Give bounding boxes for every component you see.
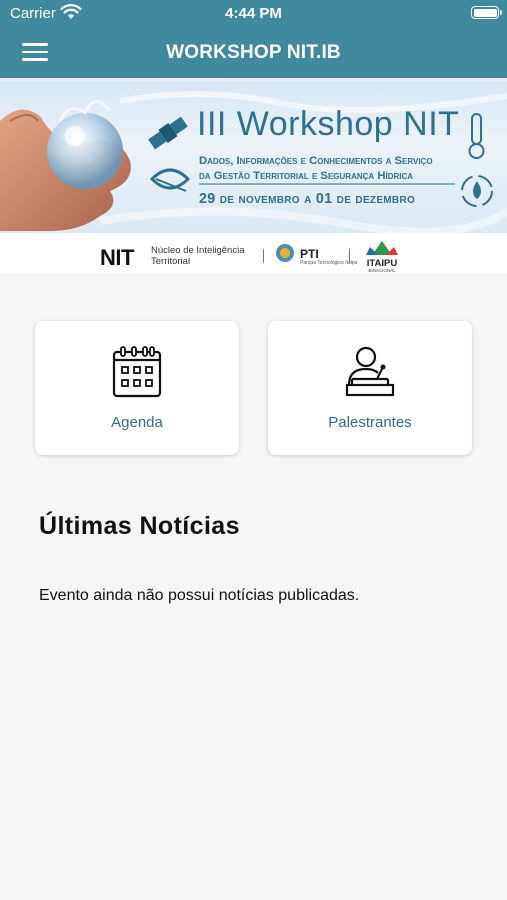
nit-description: Núcleo de Inteligência Territorial: [151, 245, 245, 267]
palestrantes-button[interactable]: Palestrantes: [268, 321, 472, 455]
partner-logos: NIT Núcleo de Inteligência Territorial P…: [0, 233, 507, 273]
news-empty-message: Evento ainda não possui notícias publica…: [39, 587, 360, 604]
status-time: 4:44 PM: [225, 5, 282, 22]
itaipu-logo-subtext: BINACIONAL: [368, 268, 396, 273]
event-banner: III Workshop NIT Dados, Informações e Co…: [0, 78, 507, 233]
calendar-icon: [112, 346, 162, 398]
battery-icon: [471, 6, 502, 19]
status-bar: Carrier 4:44 PM: [0, 0, 507, 28]
pti-logo-text: PTI: [300, 247, 319, 261]
page-title: WORKSHOP NIT.IB: [166, 42, 341, 63]
banner-subtitle-1: Dados, Informações e Conhecimentos a Ser…: [199, 155, 433, 167]
nit-logo: NIT: [100, 245, 134, 270]
agenda-button[interactable]: Agenda: [35, 321, 239, 455]
news-section-title: Últimas Notícias: [39, 512, 240, 540]
banner-subtitle-2: da Gestão Territorial e Segurança Hídric…: [199, 170, 414, 182]
agenda-label: Agenda: [111, 414, 163, 431]
logo-divider: [349, 249, 350, 263]
banner-title: III Workshop NIT: [197, 105, 460, 143]
logo-divider: [263, 249, 264, 263]
banner-dates: 29 de novembro a 01 de dezembro: [199, 191, 416, 207]
palestrantes-label: Palestrantes: [328, 414, 412, 431]
speaker-podium-icon: [345, 346, 395, 397]
app-header: Carrier 4:44 PM WORKSHOP NIT.IB: [0, 0, 507, 78]
